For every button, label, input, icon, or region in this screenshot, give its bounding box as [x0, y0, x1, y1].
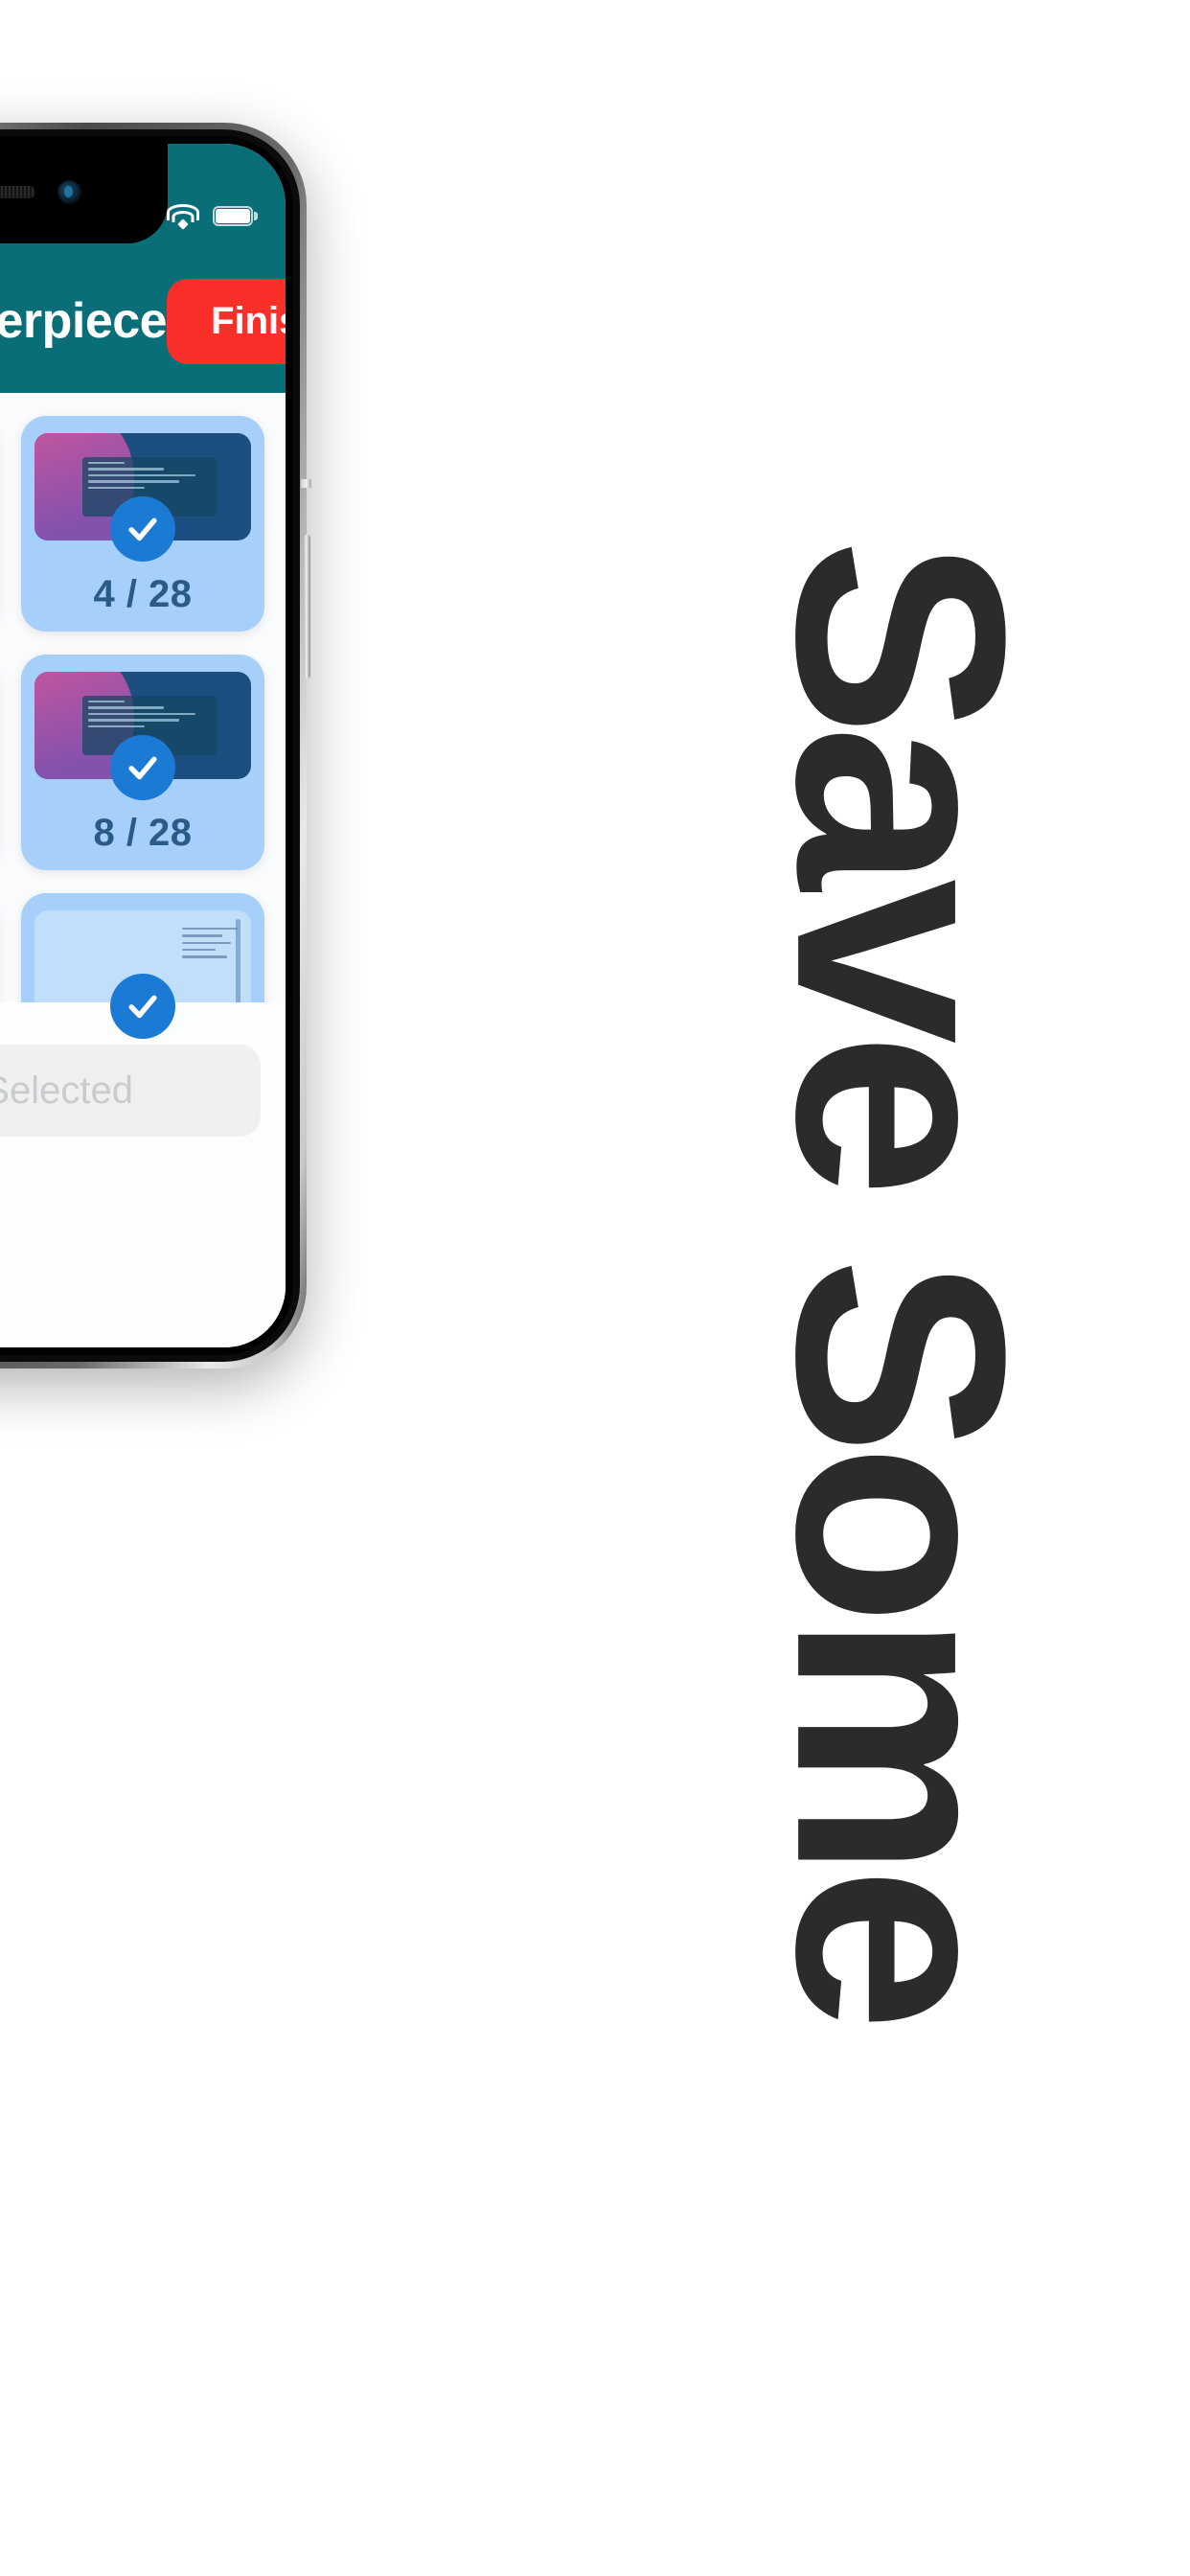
phone-mute-switch[interactable]: [301, 479, 311, 488]
page-title: Build your masterpiece: [0, 293, 168, 349]
step-card[interactable]: 8 / 28: [21, 655, 264, 870]
front-camera-icon: [57, 180, 81, 204]
battery-icon: [213, 205, 258, 226]
phone-mockup: Build your masterpiece Finish for Vue 33…: [0, 123, 311, 1368]
wifi-icon: [167, 203, 199, 230]
save-selected-button[interactable]: Save Selected: [0, 1045, 261, 1137]
thumb-scroll-strip: [235, 918, 240, 1010]
checkmark-icon: [110, 735, 175, 800]
thumb-doc-lines: [181, 927, 239, 999]
footer-area: Save Selected: [0, 1002, 286, 1347]
finish-button[interactable]: Finish: [167, 278, 286, 364]
phone-power-button[interactable]: [304, 535, 310, 678]
app-header-bar: Build your masterpiece Finish: [0, 249, 286, 393]
phone-screen: Build your masterpiece Finish for Vue 33…: [0, 144, 286, 1347]
step-card[interactable]: 4 / 28: [21, 416, 264, 632]
phone-notch: [0, 144, 168, 243]
headline-label: Save Some: [735, 538, 1068, 2021]
checkmark-icon: [110, 974, 175, 1039]
checkmark-icon: [110, 496, 175, 562]
headline-text: Save Some: [613, 0, 1188, 2576]
earpiece-speaker-icon: [0, 186, 35, 198]
